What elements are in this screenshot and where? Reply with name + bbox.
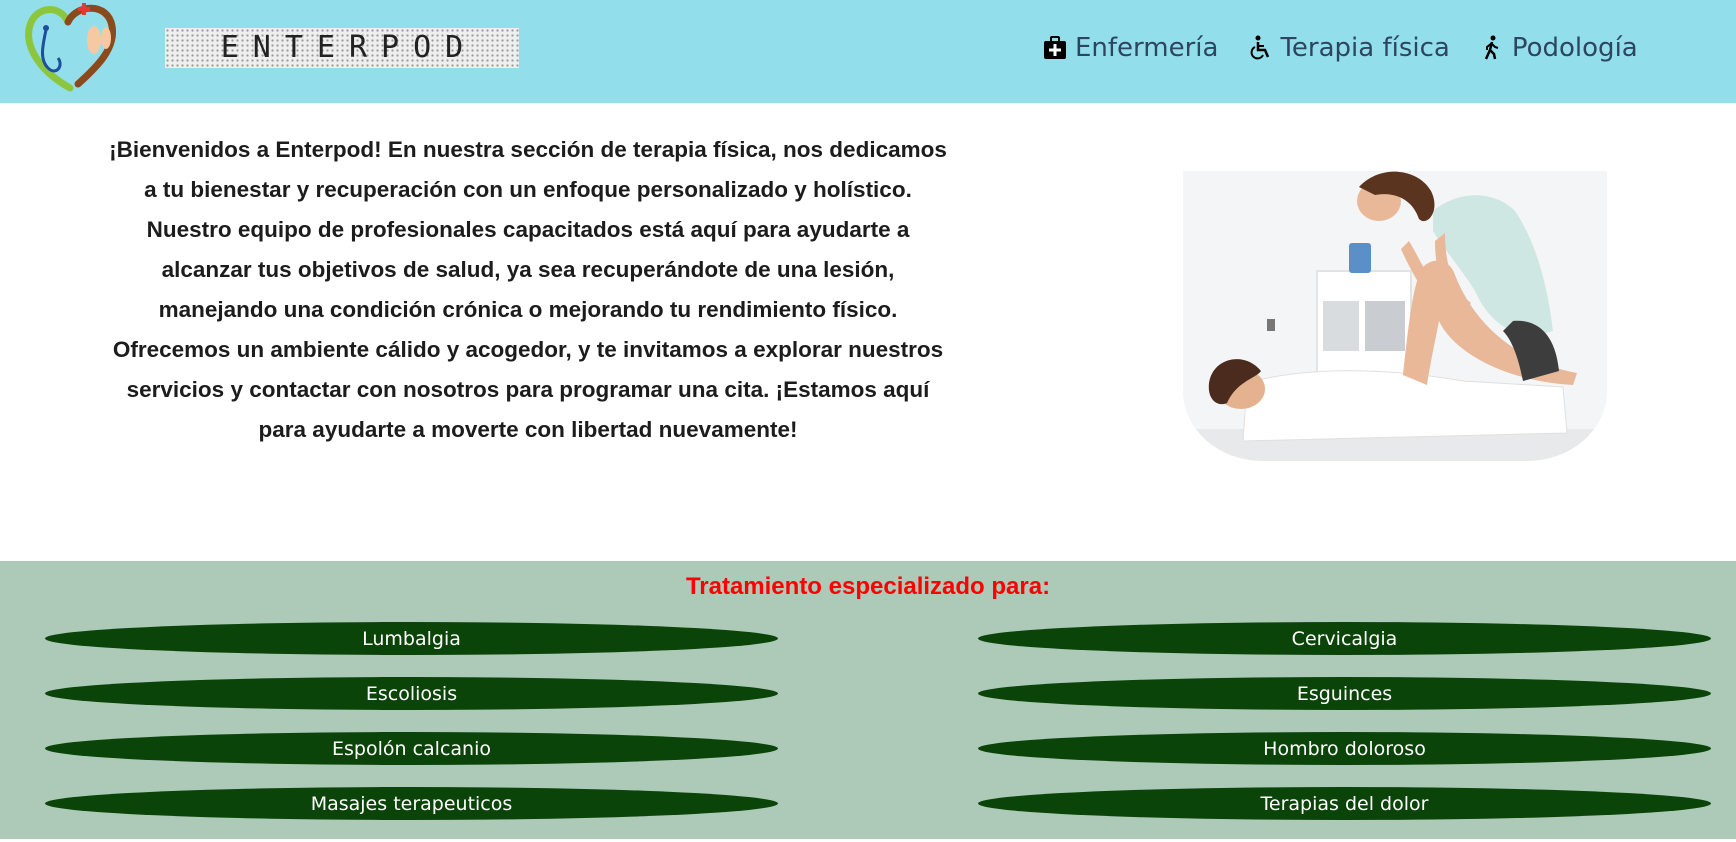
treatments-title: Tratamiento especializado para: <box>685 573 1051 600</box>
nav-label-podologia: Podología <box>1511 33 1638 63</box>
wheelchair-icon <box>1251 35 1270 60</box>
nav-item-enfermeria[interactable]: Enfermería <box>1043 33 1218 63</box>
treatment-espolon-calcanio-button[interactable]: Espolón calcanio <box>45 732 778 765</box>
treatment-terapias-del-dolor-button[interactable]: Terapias del dolor <box>978 787 1711 820</box>
treatments-section: Tratamiento especializado para: Lumbalgi… <box>0 561 1736 842</box>
nav-item-terapia-fisica[interactable]: Terapia física <box>1248 33 1450 63</box>
treatment-esguinces-button[interactable]: Esguinces <box>978 677 1711 710</box>
medical-kit-icon <box>1044 36 1066 59</box>
intro-paragraph: ¡Bienvenidos a Enterpod! En nuestra secc… <box>109 137 947 442</box>
nav-label-enfermeria: Enfermería <box>1075 33 1219 63</box>
brand-name: ENTERPOD <box>220 30 478 65</box>
brand-banner[interactable]: ENTERPOD <box>165 28 519 68</box>
enterpod-logo[interactable] <box>18 0 120 100</box>
treatment-hombro-doloroso-button[interactable]: Hombro doloroso <box>978 732 1711 765</box>
site-header: ENTERPOD Enfermería Terapia física Podol… <box>0 0 1736 103</box>
nav-label-terapia-fisica: Terapia física <box>1280 33 1450 63</box>
treatment-lumbalgia-button[interactable]: Lumbalgia <box>45 622 778 655</box>
treatment-cervicalgia-button[interactable]: Cervicalgia <box>978 622 1711 655</box>
nav-item-podologia[interactable]: Podología <box>1480 33 1638 63</box>
therapy-photo <box>1183 171 1607 461</box>
main-nav: Enfermería Terapia física Podología <box>1043 28 1668 68</box>
treatment-escoliosis-button[interactable]: Escoliosis <box>45 677 778 710</box>
treatment-masajes-terapeuticos-button[interactable]: Masajes terapeuticos <box>45 787 778 820</box>
walking-person-icon <box>1484 35 1499 60</box>
